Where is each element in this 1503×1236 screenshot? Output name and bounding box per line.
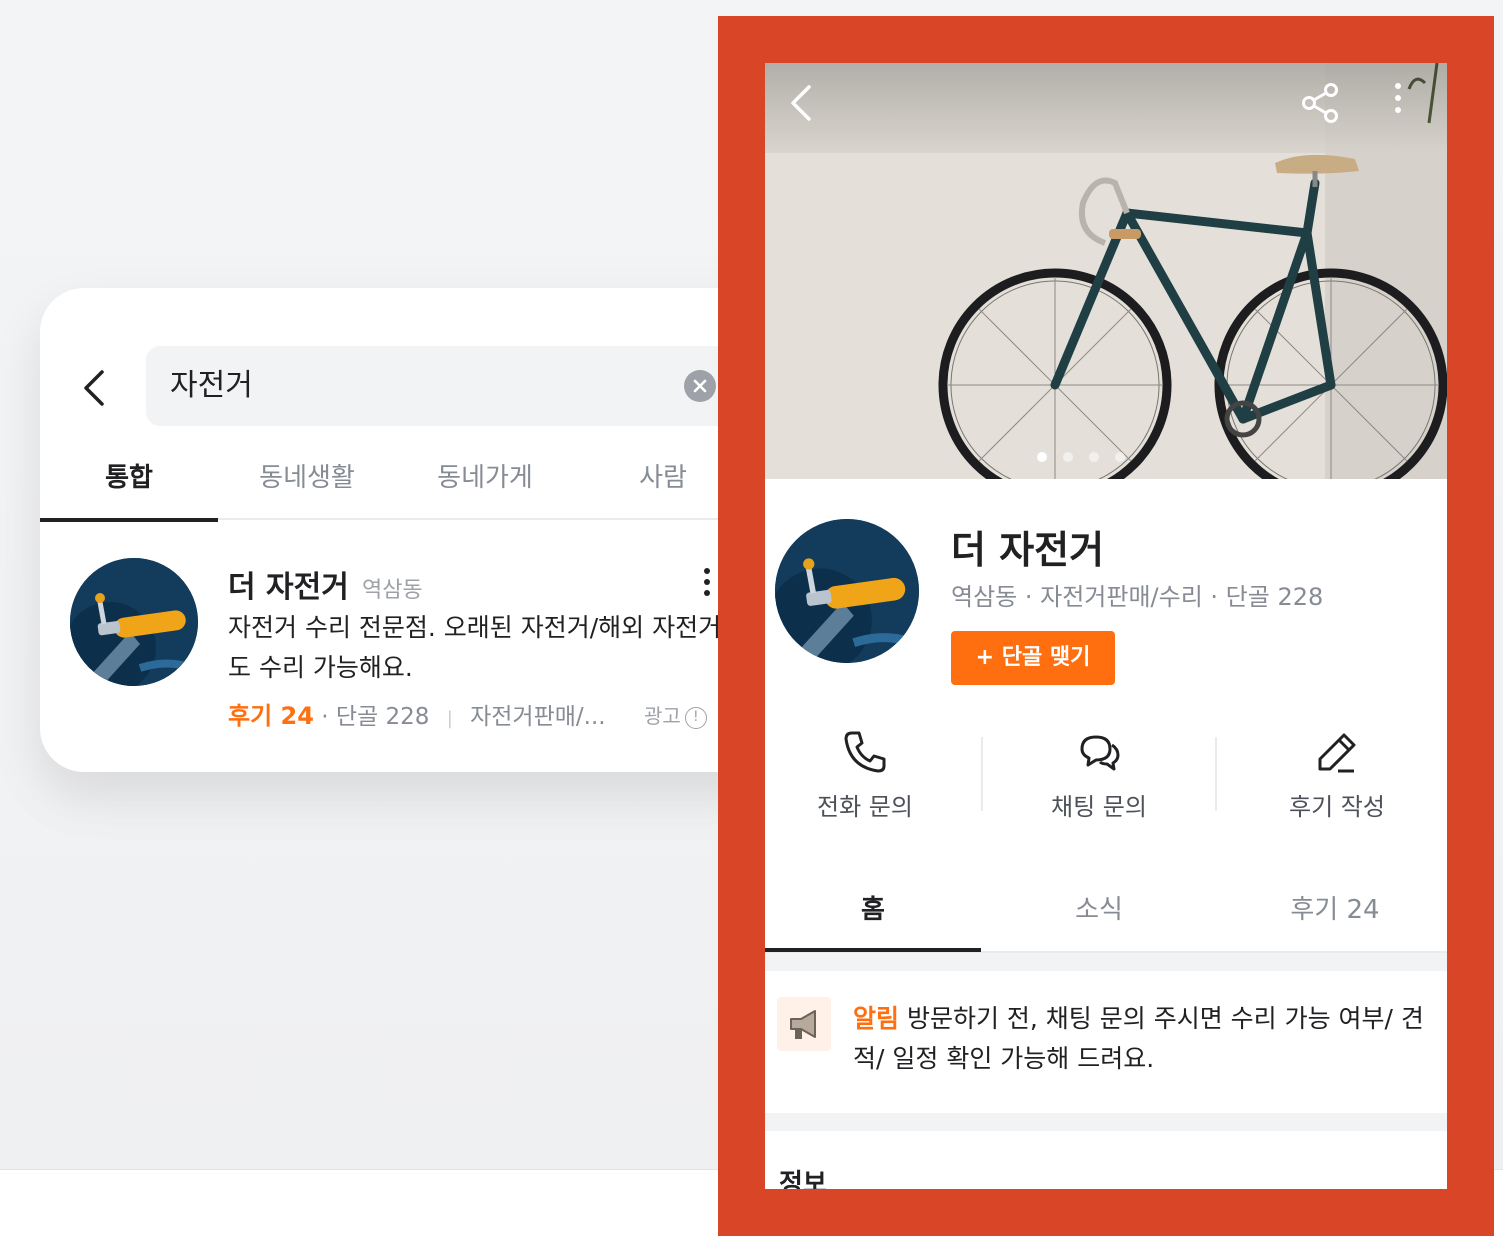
- bike-handlebar-photo: [775, 519, 919, 663]
- action-divider: [981, 737, 983, 811]
- carousel-dot[interactable]: [1089, 452, 1099, 462]
- notice-text: 알림 방문하기 전, 채팅 문의 주시면 수리 가능 여부/ 견적/ 일정 확인…: [853, 999, 1433, 1079]
- tab-home[interactable]: 홈: [765, 875, 981, 953]
- carousel-dot[interactable]: [1115, 452, 1125, 462]
- megaphone-icon: [790, 1010, 816, 1039]
- store-name: 더 자전거: [228, 570, 349, 605]
- store-avatar: [70, 558, 198, 686]
- share-icon: [1302, 83, 1338, 123]
- ad-text: 광고: [644, 704, 681, 728]
- carousel-indicator: [1037, 447, 1141, 462]
- active-tab-indicator: [40, 518, 218, 522]
- tab-neighborhood-stores[interactable]: 동네가게: [396, 452, 574, 520]
- search-input[interactable]: 자전거: [146, 346, 746, 426]
- store-tab-bar: 홈 소식 후기 24: [765, 875, 1447, 953]
- bike-handlebar-photo: [70, 558, 198, 686]
- section-gap: [765, 953, 1447, 971]
- back-button[interactable]: [80, 366, 110, 410]
- notice-body: 방문하기 전, 채팅 문의 주시면 수리 가능 여부/ 견적/ 일정 확인 가능…: [853, 1004, 1424, 1073]
- action-divider: [1215, 737, 1217, 811]
- chat-icon: [1080, 735, 1120, 771]
- tab-reviews[interactable]: 후기 24: [1235, 875, 1435, 953]
- search-results-screen: 자전거 통합 동네생활 동네가게 사람 더 자전거 역삼동 자전거 수리 전문점…: [40, 288, 760, 772]
- chat-inquiry-label: 채팅 문의: [1051, 793, 1147, 821]
- tab-neighborhood-life[interactable]: 동네생활: [218, 452, 396, 520]
- chat-inquiry-button[interactable]: 채팅 문의: [999, 723, 1199, 833]
- more-options-button[interactable]: [1391, 83, 1405, 123]
- back-button[interactable]: [787, 81, 817, 125]
- store-detail-screen: 더 자전거 역삼동 · 자전거판매/수리 · 단골 228 + 단골 맺기 전화…: [765, 63, 1447, 1189]
- store-notice[interactable]: 알림 방문하기 전, 채팅 문의 주시면 수리 가능 여부/ 견적/ 일정 확인…: [765, 971, 1447, 1113]
- store-description: 자전거 수리 전문점. 오래된 자전거/해외 자전거도 수리 가능해요.: [228, 613, 722, 682]
- store-location: 역삼동: [361, 578, 423, 603]
- ad-label[interactable]: 광고!: [644, 700, 707, 729]
- hero-top-gradient: [765, 63, 1447, 153]
- tab-news[interactable]: 소식: [999, 875, 1199, 953]
- tab-all[interactable]: 통합: [40, 452, 218, 520]
- carousel-dot[interactable]: [1063, 452, 1073, 462]
- phone-inquiry-button[interactable]: 전화 문의: [765, 723, 965, 833]
- store-category: 자전거판매/...: [470, 704, 606, 730]
- clear-search-button[interactable]: [684, 370, 716, 402]
- store-avatar: [775, 519, 919, 663]
- chevron-left-icon: [84, 370, 104, 406]
- review-count: 후기 24: [228, 702, 314, 730]
- contact-actions: 전화 문의 채팅 문의 후기 작성: [765, 723, 1447, 833]
- write-review-label: 후기 작성: [1289, 793, 1385, 821]
- phone-inquiry-label: 전화 문의: [817, 793, 913, 821]
- notice-label: 알림: [853, 1004, 900, 1033]
- notice-icon-box: [777, 997, 831, 1051]
- carousel-dot[interactable]: [1037, 452, 1047, 462]
- store-photo-carousel[interactable]: [765, 63, 1447, 479]
- store-meta: 역삼동 · 자전거판매/수리 · 단골 228: [951, 583, 1324, 611]
- regulars-count: · 단골 228: [321, 704, 430, 730]
- active-tab-indicator: [765, 948, 981, 952]
- search-tab-bar: 통합 동네생활 동네가게 사람: [40, 452, 760, 520]
- store-name: 더 자전거: [951, 528, 1105, 572]
- section-gap: [765, 1113, 1447, 1131]
- meta-divider: |: [446, 708, 453, 729]
- result-meta: 후기 24 · 단골 228 | 자전거판매/...: [228, 696, 606, 731]
- chevron-left-icon: [791, 85, 811, 121]
- become-regular-button[interactable]: + 단골 맺기: [951, 631, 1115, 685]
- share-button[interactable]: [1299, 81, 1343, 125]
- pencil-icon: [1318, 733, 1356, 773]
- info-icon: !: [684, 706, 707, 729]
- close-icon: [693, 379, 707, 393]
- write-review-button[interactable]: 후기 작성: [1237, 723, 1437, 833]
- result-title-row: 더 자전거 역삼동: [228, 562, 423, 606]
- phone-icon: [844, 731, 886, 773]
- info-section-title: 정보: [779, 1169, 827, 1189]
- more-options-button[interactable]: [700, 568, 714, 604]
- search-query[interactable]: 자전거: [170, 364, 253, 408]
